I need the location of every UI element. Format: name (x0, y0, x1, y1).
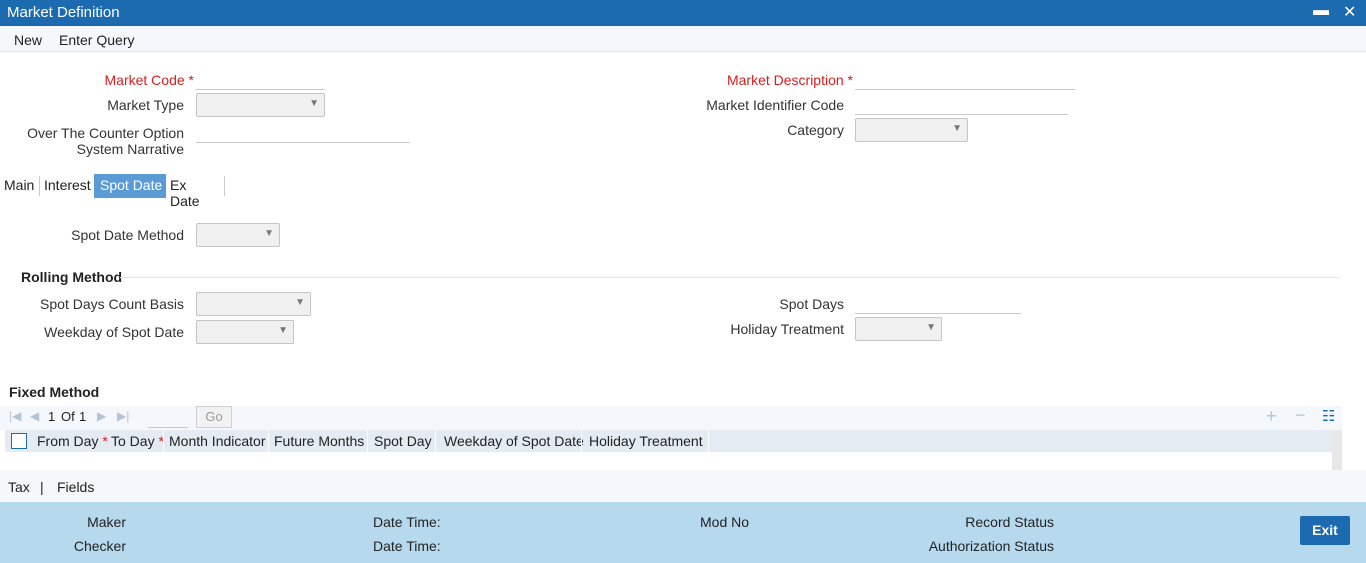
column-header[interactable]: To Day * (111, 433, 164, 449)
checker-label: Checker (73, 538, 126, 554)
column-header[interactable]: Weekday of Spot Date (444, 433, 584, 449)
first-page-icon[interactable]: |◀ (9, 409, 21, 423)
spot-days-label: Spot Days (779, 296, 844, 312)
grid-toolbar: |◀ ◀ 1 Of 1 ▶ ▶| Go + − ☷ (0, 405, 1342, 430)
market-description-label: Market Description * (726, 72, 853, 88)
otc-option-label: Over The Counter Option System Narrative (27, 125, 184, 157)
go-button[interactable]: Go (196, 406, 232, 428)
market-identifier-code-label: Market Identifier Code (706, 97, 844, 113)
weekday-of-spot-date-label: Weekday of Spot Date (44, 324, 184, 340)
column-header[interactable]: Spot Day (374, 433, 432, 449)
tab-spot-date[interactable]: Spot Date (94, 174, 166, 198)
close-icon[interactable]: ✕ (1343, 2, 1356, 22)
holiday-treatment-select[interactable]: ▼ (855, 317, 942, 341)
separator: | (40, 479, 44, 495)
tab-interest[interactable]: Interest (44, 174, 91, 198)
holiday-treatment-label: Holiday Treatment (730, 321, 844, 337)
single-view-icon[interactable]: ☷ (1322, 407, 1335, 425)
next-page-icon[interactable]: ▶ (97, 409, 106, 423)
grid-header: From Day * To Day * Month Indicator Futu… (5, 430, 1332, 452)
new-button[interactable]: New (14, 32, 42, 48)
market-type-select[interactable]: ▼ (196, 93, 325, 117)
previous-page-icon[interactable]: ◀ (30, 409, 39, 423)
market-code-label: Market Code * (104, 72, 195, 88)
column-header[interactable]: Month Indicator (169, 433, 266, 449)
page-number-input[interactable] (148, 408, 188, 428)
market-description-field[interactable] (855, 70, 1075, 90)
chevron-down-icon: ▼ (926, 322, 936, 333)
tab-ex-date[interactable]: Ex Date (170, 174, 200, 209)
otc-option-field[interactable] (196, 123, 410, 143)
rolling-method-heading: Rolling Method (21, 269, 123, 285)
enter-query-button[interactable]: Enter Query (59, 32, 134, 48)
spot-days-count-basis-label: Spot Days Count Basis (40, 296, 184, 312)
select-all-checkbox[interactable] (11, 433, 27, 449)
audit-footer: Maker Checker Date Time: Date Time: Mod … (0, 502, 1366, 563)
window-title: Market Definition (7, 4, 120, 21)
maker-date-time-label: Date Time: (373, 514, 441, 530)
authorization-status-label: Authorization Status (928, 538, 1054, 554)
pager-current: 1 (48, 409, 56, 424)
last-page-icon[interactable]: ▶| (117, 409, 129, 423)
mod-no-label: Mod No (700, 514, 750, 530)
pager-total: 1 (79, 409, 87, 424)
add-row-icon[interactable]: + (1266, 406, 1277, 427)
fields-link[interactable]: Fields (57, 479, 94, 495)
pager-of: Of (61, 409, 75, 424)
spot-date-method-select[interactable]: ▼ (196, 223, 280, 247)
exit-button[interactable]: Exit (1300, 516, 1350, 545)
tab-divider (224, 176, 225, 196)
chevron-down-icon: ▼ (278, 325, 288, 336)
scrollbar[interactable] (1332, 430, 1342, 470)
maker-label: Maker (87, 514, 126, 530)
category-select[interactable]: ▼ (855, 118, 968, 142)
chevron-down-icon: ▼ (295, 297, 305, 308)
tax-link[interactable]: Tax (8, 479, 30, 495)
tab-divider (39, 176, 40, 196)
weekday-of-spot-date-select[interactable]: ▼ (196, 320, 294, 344)
subsystem-bar: Tax | Fields (0, 470, 1366, 502)
market-code-field[interactable] (196, 70, 325, 90)
chevron-down-icon: ▼ (264, 228, 274, 239)
category-label: Category (787, 122, 844, 138)
chevron-down-icon: ▼ (952, 123, 962, 134)
spot-date-method-label: Spot Date Method (71, 227, 184, 243)
record-status-label: Record Status (965, 514, 1054, 530)
chevron-down-icon: ▼ (309, 98, 319, 109)
column-header[interactable]: From Day * (37, 433, 108, 449)
title-bar: Market Definition ▬ ✕ (0, 0, 1366, 26)
delete-row-icon[interactable]: − (1295, 405, 1306, 426)
fixed-method-heading: Fixed Method (9, 384, 100, 400)
divider (120, 277, 1339, 278)
market-identifier-code-field[interactable] (855, 95, 1068, 115)
spot-days-count-basis-select[interactable]: ▼ (196, 292, 311, 316)
market-type-label: Market Type (107, 97, 184, 113)
minimize-icon[interactable]: ▬ (1313, 2, 1329, 20)
column-header[interactable]: Holiday Treatment (589, 433, 703, 449)
checker-date-time-label: Date Time: (373, 538, 441, 554)
column-header[interactable]: Future Months (274, 433, 364, 449)
spot-days-field[interactable] (855, 294, 1021, 314)
tab-main[interactable]: Main (4, 174, 34, 198)
menu-bar: New Enter Query (0, 26, 1366, 52)
